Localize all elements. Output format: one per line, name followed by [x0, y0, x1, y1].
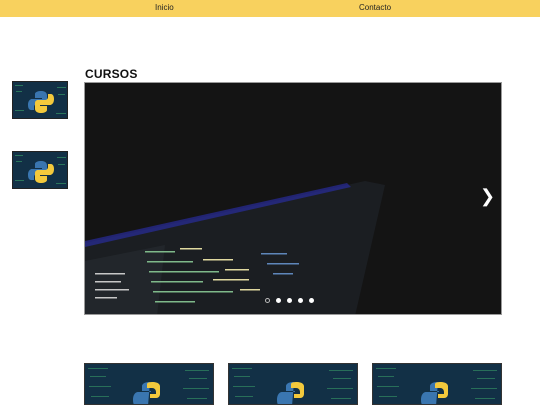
- nav-link-inicio[interactable]: Inicio: [155, 3, 174, 12]
- course-thumbnail-2[interactable]: [12, 151, 68, 189]
- python-logo-icon: [373, 364, 501, 404]
- course-card-3[interactable]: [372, 363, 502, 405]
- nav-link-contacto[interactable]: Contacto: [359, 3, 391, 12]
- carousel-dot-1[interactable]: [265, 298, 270, 303]
- carousel-dot-2[interactable]: [276, 298, 281, 303]
- carousel-next-button[interactable]: ❯: [480, 187, 495, 207]
- carousel-dot-4[interactable]: [298, 298, 303, 303]
- python-logo-icon: [85, 364, 213, 404]
- top-nav: Inicio Contacto: [0, 0, 540, 17]
- python-logo-icon: [229, 364, 357, 404]
- python-logo-icon: [13, 152, 67, 188]
- course-thumbnail-1[interactable]: [12, 81, 68, 119]
- course-card-2[interactable]: [228, 363, 358, 405]
- carousel-slide-image: [85, 83, 501, 314]
- carousel-dot-3[interactable]: [287, 298, 292, 303]
- course-carousel[interactable]: ❯: [84, 82, 502, 315]
- section-title: CURSOS: [85, 67, 138, 81]
- python-logo-icon: [13, 82, 67, 118]
- course-card-1[interactable]: [84, 363, 214, 405]
- carousel-dot-5[interactable]: [309, 298, 314, 303]
